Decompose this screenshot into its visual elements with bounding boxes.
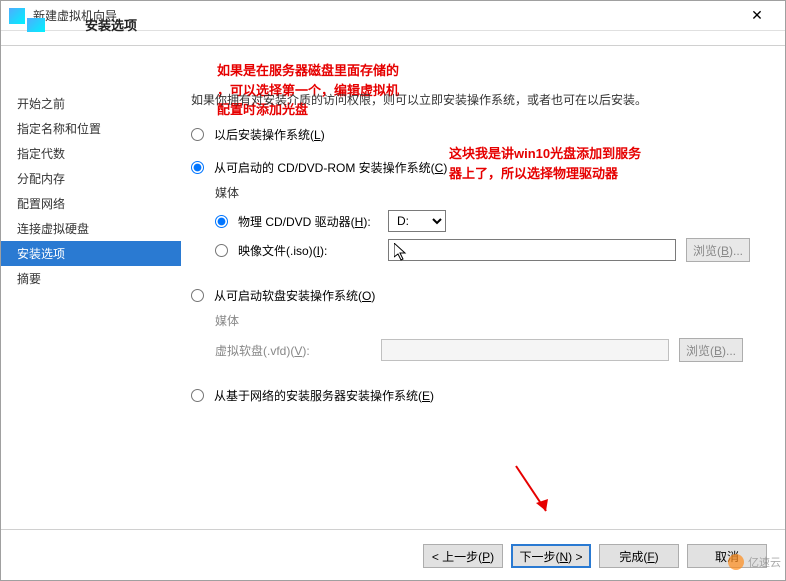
option-network: 从基于网络的安装服务器安装操作系统(E)	[191, 383, 761, 408]
iso-label: 映像文件(.iso)(I):	[238, 242, 378, 259]
iso-path-input[interactable]	[388, 239, 676, 261]
step-generation[interactable]: 指定代数	[1, 141, 181, 166]
main-panel: 如果你拥有对安装介质的访问权限，则可以立即安装操作系统，或者也可在以后安装。 以…	[181, 31, 785, 580]
cddvd-media-section: 媒体 物理 CD/DVD 驱动器(H): D: 映像文件(.iso)(I): 浏…	[215, 184, 761, 265]
close-icon[interactable]: ✕	[737, 2, 777, 30]
physical-drive-row: 物理 CD/DVD 驱动器(H): D:	[215, 207, 761, 235]
vfd-path-input	[381, 339, 669, 361]
radio-floppy-label: 从可启动软盘安装操作系统(O)	[214, 287, 375, 304]
media-heading: 媒体	[215, 184, 761, 201]
step-summary[interactable]: 摘要	[1, 266, 181, 291]
step-name-location[interactable]: 指定名称和位置	[1, 116, 181, 141]
radio-cddvd-label: 从可启动的 CD/DVD-ROM 安装操作系统(C)	[214, 159, 447, 176]
physical-drive-label: 物理 CD/DVD 驱动器(H):	[238, 213, 378, 230]
radio-cddvd-input[interactable]	[191, 161, 204, 174]
window-title: 新建虚拟机向导	[33, 7, 737, 24]
watermark-text: 亿速云	[748, 554, 781, 570]
radio-physical-drive[interactable]	[215, 215, 228, 228]
radio-install-later-label: 以后安装操作系统(L)	[214, 126, 325, 143]
radio-network-label: 从基于网络的安装服务器安装操作系统(E)	[214, 387, 434, 404]
watermark-icon	[728, 554, 744, 570]
prev-button[interactable]: < 上一步(P)	[423, 544, 503, 568]
separator-bottom	[1, 529, 785, 530]
finish-button[interactable]: 完成(F)	[599, 544, 679, 568]
step-list: 开始之前 指定名称和位置 指定代数 分配内存 配置网络 连接虚拟硬盘 安装选项 …	[1, 91, 181, 291]
physical-drive-select[interactable]: D:	[388, 210, 446, 232]
page-icon	[27, 18, 45, 32]
radio-iso[interactable]	[215, 244, 228, 257]
floppy-media-heading: 媒体	[215, 312, 761, 329]
option-floppy: 从可启动软盘安装操作系统(O) 媒体 虚拟软盘(.vfd)(V): 浏览(B).…	[191, 283, 761, 365]
content: 开始之前 指定名称和位置 指定代数 分配内存 配置网络 连接虚拟硬盘 安装选项 …	[1, 31, 785, 580]
iso-browse-button[interactable]: 浏览(B)...	[686, 238, 750, 262]
wizard-window: 新建虚拟机向导 ✕ 安装选项 如果是在服务器磁盘里面存储的 ，可以选择第一个，编…	[0, 0, 786, 581]
vfd-label: 虚拟软盘(.vfd)(V):	[215, 342, 371, 359]
instruction-text: 如果你拥有对安装介质的访问权限，则可以立即安装操作系统，或者也可在以后安装。	[191, 91, 761, 108]
step-memory[interactable]: 分配内存	[1, 166, 181, 191]
next-button[interactable]: 下一步(N) >	[511, 544, 591, 568]
step-begin[interactable]: 开始之前	[1, 91, 181, 116]
step-install-options[interactable]: 安装选项	[1, 241, 181, 266]
option-install-later: 以后安装操作系统(L)	[191, 122, 761, 147]
radio-network-input[interactable]	[191, 389, 204, 402]
sidebar: 开始之前 指定名称和位置 指定代数 分配内存 配置网络 连接虚拟硬盘 安装选项 …	[1, 31, 181, 580]
radio-floppy[interactable]: 从可启动软盘安装操作系统(O)	[191, 283, 761, 308]
app-icon	[9, 8, 25, 24]
vfd-row: 虚拟软盘(.vfd)(V): 浏览(B)...	[215, 335, 761, 365]
radio-install-later[interactable]: 以后安装操作系统(L)	[191, 122, 761, 147]
iso-row: 映像文件(.iso)(I): 浏览(B)...	[215, 235, 761, 265]
step-vhd[interactable]: 连接虚拟硬盘	[1, 216, 181, 241]
watermark: 亿速云	[728, 554, 781, 570]
vfd-browse-button: 浏览(B)...	[679, 338, 743, 362]
step-network[interactable]: 配置网络	[1, 191, 181, 216]
radio-cddvd[interactable]: 从可启动的 CD/DVD-ROM 安装操作系统(C)	[191, 155, 761, 180]
footer: < 上一步(P) 下一步(N) > 完成(F) 取消	[423, 544, 767, 568]
floppy-media-section: 媒体 虚拟软盘(.vfd)(V): 浏览(B)...	[215, 312, 761, 365]
radio-floppy-input[interactable]	[191, 289, 204, 302]
radio-network[interactable]: 从基于网络的安装服务器安装操作系统(E)	[191, 383, 761, 408]
radio-install-later-input[interactable]	[191, 128, 204, 141]
option-cddvd: 从可启动的 CD/DVD-ROM 安装操作系统(C) 媒体 物理 CD/DVD …	[191, 155, 761, 265]
